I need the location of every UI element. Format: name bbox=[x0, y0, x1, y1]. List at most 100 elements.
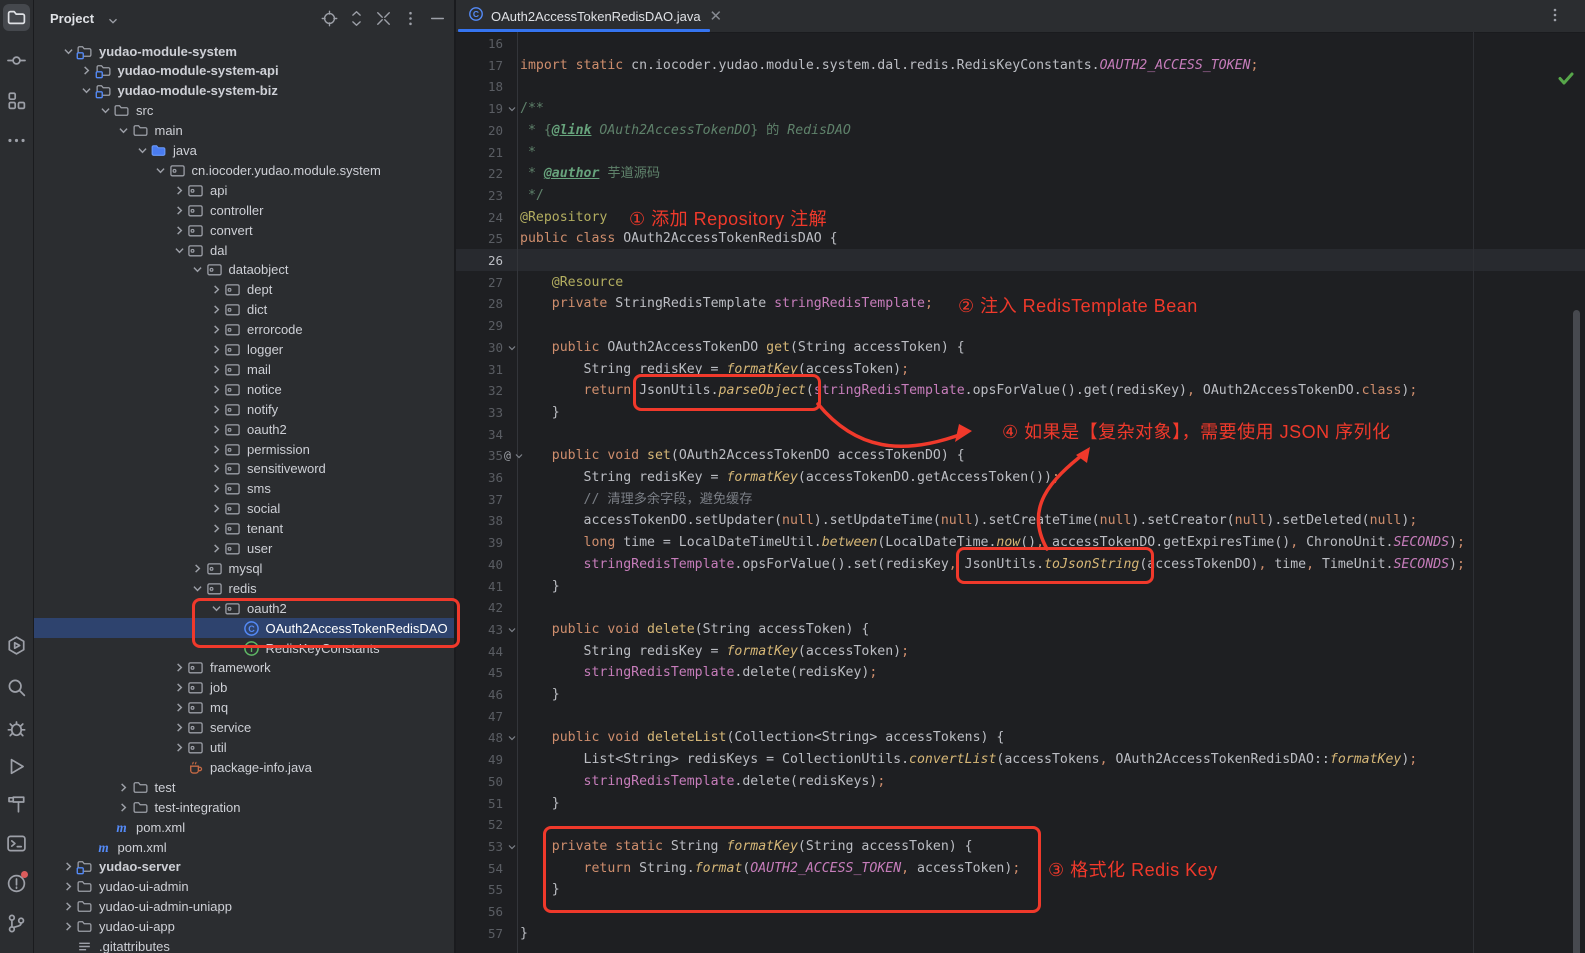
chevron-right-icon[interactable] bbox=[208, 282, 224, 298]
chevron-down-icon[interactable] bbox=[60, 43, 76, 59]
editor-scrollbar[interactable] bbox=[1573, 310, 1580, 953]
tree-item-yudao-module-system-api[interactable]: yudao-module-system-api bbox=[34, 61, 454, 81]
chevron-right-icon[interactable] bbox=[60, 859, 76, 875]
tree-item-yudao-ui-app[interactable]: yudao-ui-app bbox=[34, 917, 454, 937]
tree-item-package-info-java[interactable]: package-info.java bbox=[34, 757, 454, 777]
chevron-right-icon[interactable] bbox=[208, 541, 224, 557]
tree-item-tenant[interactable]: tenant bbox=[34, 519, 454, 539]
git-branch-icon[interactable] bbox=[6, 913, 27, 934]
chevron-down-icon[interactable] bbox=[106, 14, 120, 33]
tree-item-oauth2[interactable]: oauth2 bbox=[34, 598, 454, 618]
options-kebab-icon[interactable] bbox=[402, 10, 419, 27]
tree-item-logger[interactable]: logger bbox=[34, 340, 454, 360]
tree-item-yudao-module-system[interactable]: yudao-module-system bbox=[34, 41, 454, 61]
tree-item-permission[interactable]: permission bbox=[34, 439, 454, 459]
chevron-right-icon[interactable] bbox=[208, 401, 224, 417]
tree-item-controller[interactable]: controller bbox=[34, 200, 454, 220]
run-icon[interactable] bbox=[6, 756, 27, 777]
chevron-down-icon[interactable] bbox=[190, 580, 206, 596]
project-folder-icon[interactable] bbox=[6, 7, 27, 28]
chevron-down-icon[interactable] bbox=[79, 83, 95, 99]
chevron-down-icon[interactable] bbox=[116, 123, 132, 139]
chevron-right-icon[interactable] bbox=[208, 521, 224, 537]
project-panel-title[interactable]: Project bbox=[50, 11, 94, 26]
inspections-ok-check-icon[interactable] bbox=[1557, 69, 1575, 87]
tree-item-test-integration[interactable]: test-integration bbox=[34, 797, 454, 817]
tree-item-social[interactable]: social bbox=[34, 499, 454, 519]
build-icon[interactable] bbox=[6, 794, 27, 815]
tree-item-dal[interactable]: dal bbox=[34, 240, 454, 260]
tree-item-rediskeyconstants[interactable]: IRedisKeyConstants bbox=[34, 638, 454, 658]
chevron-right-icon[interactable] bbox=[171, 202, 187, 218]
chevron-right-icon[interactable] bbox=[79, 63, 95, 79]
chevron-down-icon[interactable] bbox=[97, 103, 113, 119]
close-icon[interactable]: ✕ bbox=[710, 9, 723, 24]
tree-item-yudao-server[interactable]: yudao-server bbox=[34, 857, 454, 877]
tree-item-mail[interactable]: mail bbox=[34, 359, 454, 379]
more-icon[interactable] bbox=[6, 130, 27, 151]
tree-item-src[interactable]: src bbox=[34, 101, 454, 121]
chevron-right-icon[interactable] bbox=[171, 222, 187, 238]
chevron-right-icon[interactable] bbox=[171, 740, 187, 756]
expand-all-icon[interactable] bbox=[348, 10, 365, 27]
chevron-right-icon[interactable] bbox=[60, 899, 76, 915]
problems-icon[interactable] bbox=[6, 873, 27, 894]
collapse-all-icon[interactable] bbox=[375, 10, 392, 27]
tree-item-dict[interactable]: dict bbox=[34, 300, 454, 320]
editor-tab[interactable]: C OAuth2AccessTokenRedisDAO.java ✕ bbox=[458, 0, 732, 32]
tree-item-oauth2[interactable]: oauth2 bbox=[34, 419, 454, 439]
tab-options-kebab-icon[interactable] bbox=[1547, 7, 1563, 23]
chevron-right-icon[interactable] bbox=[171, 680, 187, 696]
services-icon[interactable] bbox=[6, 635, 27, 656]
chevron-down-icon[interactable] bbox=[190, 262, 206, 278]
tree-item-mq[interactable]: mq bbox=[34, 698, 454, 718]
chevron-right-icon[interactable] bbox=[116, 799, 132, 815]
tree-item-yudao-ui-admin-uniapp[interactable]: yudao-ui-admin-uniapp bbox=[34, 897, 454, 917]
tree-item-notice[interactable]: notice bbox=[34, 379, 454, 399]
structure-icon[interactable] bbox=[6, 90, 27, 111]
tree-item-oauth2accesstokenredisdao[interactable]: COAuth2AccessTokenRedisDAO bbox=[34, 618, 454, 638]
chevron-down-icon[interactable] bbox=[208, 600, 224, 616]
locate-icon[interactable] bbox=[321, 10, 338, 27]
chevron-down-icon[interactable] bbox=[153, 162, 169, 178]
chevron-right-icon[interactable] bbox=[116, 779, 132, 795]
chevron-right-icon[interactable] bbox=[171, 182, 187, 198]
chevron-right-icon[interactable] bbox=[171, 720, 187, 736]
chevron-right-icon[interactable] bbox=[208, 322, 224, 338]
debug-icon[interactable] bbox=[6, 718, 27, 739]
search-icon[interactable] bbox=[6, 677, 27, 698]
chevron-right-icon[interactable] bbox=[208, 421, 224, 437]
code-editor[interactable]: 1617import static cn.iocoder.yudao.modul… bbox=[456, 32, 1585, 953]
tree-item-convert[interactable]: convert bbox=[34, 220, 454, 240]
tree-item-main[interactable]: main bbox=[34, 121, 454, 141]
terminal-icon[interactable] bbox=[6, 833, 27, 854]
tree-item-pom-xml[interactable]: mpom.xml bbox=[34, 837, 454, 857]
tree-item-job[interactable]: job bbox=[34, 678, 454, 698]
chevron-down-icon[interactable] bbox=[134, 143, 150, 159]
tree-item-dept[interactable]: dept bbox=[34, 280, 454, 300]
tree-item-notify[interactable]: notify bbox=[34, 399, 454, 419]
chevron-right-icon[interactable] bbox=[208, 302, 224, 318]
chevron-right-icon[interactable] bbox=[208, 381, 224, 397]
chevron-down-icon[interactable] bbox=[171, 242, 187, 258]
chevron-right-icon[interactable] bbox=[208, 361, 224, 377]
commit-icon[interactable] bbox=[6, 50, 27, 71]
chevron-right-icon[interactable] bbox=[171, 700, 187, 716]
chevron-right-icon[interactable] bbox=[190, 560, 206, 576]
tree-item-sms[interactable]: sms bbox=[34, 479, 454, 499]
tree-item-framework[interactable]: framework bbox=[34, 658, 454, 678]
tree-item-redis[interactable]: redis bbox=[34, 578, 454, 598]
tree-item-yudao-ui-admin[interactable]: yudao-ui-admin bbox=[34, 877, 454, 897]
tree-item-test[interactable]: test bbox=[34, 777, 454, 797]
tree-item-pom-xml[interactable]: mpom.xml bbox=[34, 817, 454, 837]
tree-item-service[interactable]: service bbox=[34, 718, 454, 738]
chevron-right-icon[interactable] bbox=[208, 501, 224, 517]
tree-item-api[interactable]: api bbox=[34, 180, 454, 200]
chevron-right-icon[interactable] bbox=[208, 342, 224, 358]
tree-item--gitattributes[interactable]: .gitattributes bbox=[34, 937, 454, 953]
tree-item-yudao-module-system-biz[interactable]: yudao-module-system-biz bbox=[34, 81, 454, 101]
tree-item-mysql[interactable]: mysql bbox=[34, 558, 454, 578]
tree-item-errorcode[interactable]: errorcode bbox=[34, 320, 454, 340]
chevron-right-icon[interactable] bbox=[208, 441, 224, 457]
chevron-right-icon[interactable] bbox=[208, 461, 224, 477]
